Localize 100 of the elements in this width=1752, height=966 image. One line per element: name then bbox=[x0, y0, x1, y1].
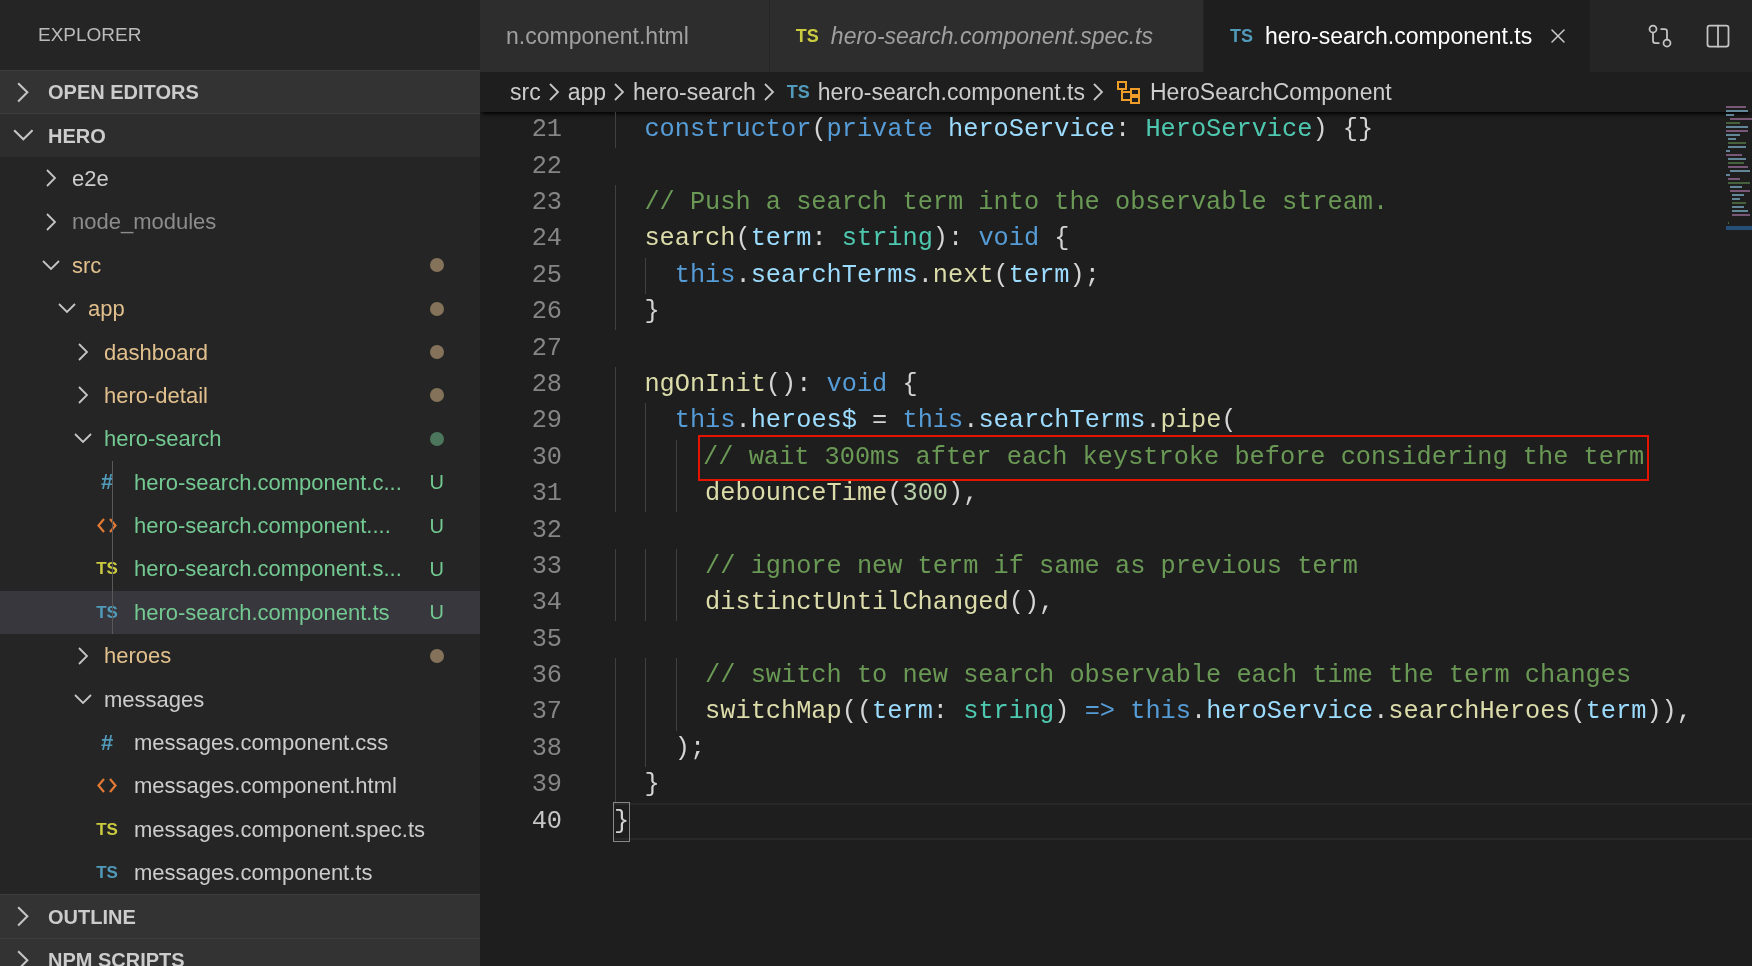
folder-row[interactable]: app bbox=[0, 286, 480, 331]
folder-row[interactable]: e2e bbox=[0, 156, 480, 201]
file-name: messages.component.css bbox=[134, 729, 389, 758]
status-label: U bbox=[429, 513, 444, 539]
file-type-icon: TS bbox=[795, 22, 819, 50]
chevron-right-icon bbox=[77, 646, 89, 665]
code-line: // ignore new term if same as previous term bbox=[704, 550, 1358, 583]
file-row[interactable]: TS messages.component.spec.ts bbox=[0, 807, 480, 852]
file-name: hero-search.component.... bbox=[134, 512, 391, 541]
folder-name: hero-search bbox=[104, 425, 222, 454]
folder-row[interactable]: node_modules bbox=[0, 200, 480, 244]
file-row[interactable]: # hero-search.component.c... U bbox=[0, 460, 480, 504]
tab-label: hero-search.component.ts bbox=[1265, 21, 1533, 51]
file-row[interactable]: TS messages.component.ts bbox=[0, 851, 480, 895]
chevron-right-icon bbox=[548, 83, 560, 101]
file-type-icon: # bbox=[100, 731, 114, 754]
line-number: 22 bbox=[530, 150, 562, 183]
code-icon bbox=[97, 778, 117, 794]
folder-row[interactable]: messages bbox=[0, 677, 480, 721]
line-number: 24 bbox=[530, 223, 562, 256]
code-line: distinctUntilChanged(), bbox=[704, 587, 1055, 620]
compare-icon[interactable] bbox=[1646, 22, 1674, 50]
line-number: 35 bbox=[530, 623, 562, 656]
folder-name: hero-detail bbox=[104, 381, 208, 410]
line-number: 29 bbox=[530, 405, 562, 438]
line-number: 31 bbox=[530, 478, 562, 511]
line-number: 30 bbox=[530, 441, 562, 474]
editor-tab[interactable]: TS hero-search.component.ts bbox=[1204, 0, 1592, 72]
split-editor-icon[interactable] bbox=[1704, 22, 1732, 50]
chevron-right-icon bbox=[45, 169, 57, 188]
line-number: 28 bbox=[530, 368, 562, 401]
line-number: 38 bbox=[530, 732, 562, 765]
file-name: hero-search.component.ts bbox=[134, 598, 390, 627]
chevron-right-icon bbox=[763, 83, 775, 101]
file-type-icon: TS bbox=[96, 820, 118, 838]
chevron-right-icon bbox=[77, 386, 89, 405]
code-line: this.searchTerms.next(term); bbox=[673, 259, 1100, 292]
breadcrumb-item[interactable]: HeroSearchComponent bbox=[1150, 74, 1392, 110]
chevron-right-icon bbox=[45, 212, 57, 231]
file-type-icon: TS bbox=[96, 864, 118, 882]
code-line: switchMap((term: string) => this.heroService.searchHeroes(term)), bbox=[704, 696, 1692, 729]
folder-name: heroes bbox=[104, 642, 172, 671]
minimap-drawing[interactable] bbox=[1726, 106, 1752, 232]
line-number: 33 bbox=[530, 550, 562, 583]
code-line: ); bbox=[673, 732, 706, 765]
chevron-down-icon bbox=[58, 303, 76, 315]
folder-name: app bbox=[88, 295, 125, 324]
editor-tab[interactable]: TS hero-search.component.spec.ts bbox=[769, 0, 1204, 72]
sidebar-title: EXPLORER bbox=[38, 22, 142, 47]
file-type-icon: # bbox=[100, 471, 114, 494]
chevron-down-icon bbox=[74, 433, 92, 445]
chevron-down-icon bbox=[12, 129, 34, 142]
file-type-icon: TS bbox=[786, 78, 810, 106]
class-icon bbox=[1116, 80, 1142, 104]
folder-row[interactable]: heroes bbox=[0, 634, 480, 678]
line-number: 34 bbox=[530, 587, 562, 620]
chevron-right-icon bbox=[16, 949, 30, 966]
file-name: messages.component.html bbox=[134, 772, 397, 801]
code-line: debounceTime(300), bbox=[704, 478, 979, 511]
section-header[interactable]: OUTLINE bbox=[0, 894, 480, 938]
line-number: 36 bbox=[530, 660, 562, 693]
chevron-right-icon bbox=[1093, 83, 1104, 101]
code-line: } bbox=[643, 296, 660, 329]
chevron-right-icon bbox=[16, 906, 30, 927]
section-title: HERO bbox=[48, 123, 106, 149]
file-row[interactable]: hero-search.component.... U bbox=[0, 503, 480, 548]
file-type-icon: TS bbox=[1230, 22, 1254, 50]
file-row[interactable]: # messages.component.css bbox=[0, 720, 480, 765]
line-number: 21 bbox=[530, 114, 562, 147]
section-title: OPEN EDITORS bbox=[48, 80, 199, 106]
folder-name: e2e bbox=[72, 164, 109, 193]
line-number: 25 bbox=[530, 259, 562, 292]
folder-row[interactable]: hero-search bbox=[0, 417, 480, 461]
section-header[interactable]: OPEN EDITORS bbox=[0, 70, 480, 114]
folder-name: node_modules bbox=[72, 208, 217, 237]
status-label: U bbox=[429, 557, 444, 582]
breadcrumb-item[interactable]: app bbox=[567, 74, 607, 110]
line-number: 39 bbox=[530, 769, 562, 802]
code-line: search(term: string): void { bbox=[643, 223, 1070, 256]
chevron-right-icon bbox=[614, 83, 626, 101]
breadcrumb-item[interactable]: src bbox=[510, 74, 541, 110]
chevron-down-icon bbox=[42, 259, 60, 271]
editor-tab[interactable]: n.component.html bbox=[480, 0, 770, 72]
breadcrumb-item[interactable]: hero-search.component.ts bbox=[817, 74, 1085, 110]
file-row[interactable]: messages.component.html bbox=[0, 764, 480, 808]
line-number: 37 bbox=[530, 696, 562, 729]
line-number: 26 bbox=[530, 296, 562, 329]
line-number: 27 bbox=[530, 332, 562, 365]
line-number: 23 bbox=[530, 187, 562, 219]
tab-label: n.component.html bbox=[506, 21, 689, 51]
chevron-right-icon bbox=[16, 81, 30, 103]
section-title: OUTLINE bbox=[48, 904, 136, 930]
file-name: hero-search.component.s... bbox=[134, 555, 402, 584]
folder-row[interactable]: hero-detail bbox=[0, 373, 480, 418]
folder-name: src bbox=[72, 251, 102, 280]
section-header[interactable]: HERO bbox=[0, 113, 480, 157]
status-label: U bbox=[429, 470, 444, 496]
folder-row[interactable]: src bbox=[0, 243, 480, 287]
breadcrumb-item[interactable]: hero-search bbox=[633, 74, 756, 110]
folder-row[interactable]: dashboard bbox=[0, 330, 480, 374]
